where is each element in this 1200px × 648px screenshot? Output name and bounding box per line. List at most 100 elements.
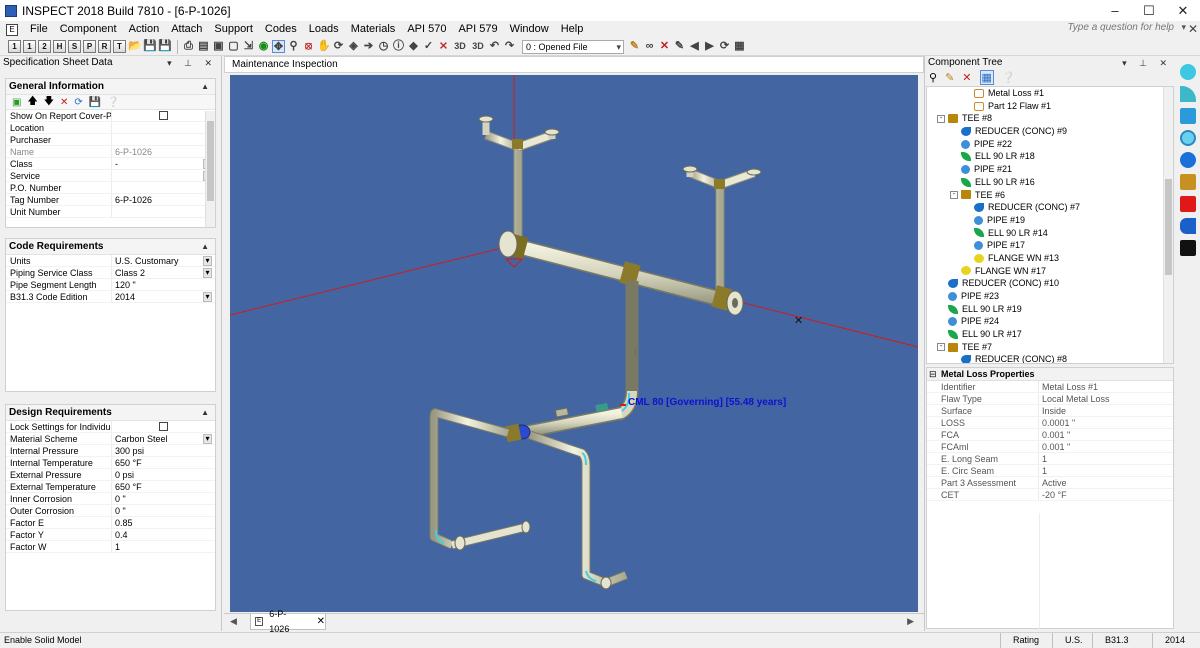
tree-item[interactable]: Part 12 Flaw #1 — [927, 100, 1173, 113]
property-row[interactable]: Inner Corrosion 0 " — [6, 493, 215, 505]
property-value[interactable]: 1 — [1039, 465, 1173, 476]
property-value[interactable]: 2014 — [112, 291, 215, 302]
property-row[interactable]: E. Long Seam 1 — [927, 453, 1173, 465]
tb-2-icon[interactable]: 1 — [23, 40, 36, 53]
property-row[interactable]: Piping Service Class Class 2 — [6, 267, 215, 279]
property-value[interactable]: 0 " — [112, 505, 215, 516]
property-row[interactable]: FCA 0.001 " — [927, 429, 1173, 441]
property-row[interactable]: Location — [6, 122, 215, 134]
search-icon[interactable]: ⚲ — [929, 71, 937, 84]
property-value[interactable]: 6-P-1026 — [112, 146, 215, 157]
page-icon[interactable]: ▢ — [227, 40, 240, 53]
menu-support[interactable]: Support — [208, 21, 259, 38]
bend-icon[interactable] — [1180, 108, 1196, 124]
pipe-segment[interactable]: ⁞ — [615, 281, 639, 421]
property-row[interactable]: LOSS 0.0001 " — [927, 417, 1173, 429]
pencil-icon[interactable]: ✎ — [628, 40, 641, 53]
tb-s-icon[interactable]: S — [68, 40, 81, 53]
property-row[interactable]: Flaw Type Local Metal Loss — [927, 393, 1173, 405]
property-value[interactable]: 0.0001 " — [1039, 417, 1173, 428]
tree-item[interactable]: REDUCER (CONC) #9 — [927, 125, 1173, 138]
save-icon[interactable]: 💾 — [143, 40, 157, 53]
grid-icon[interactable]: ▦ — [979, 70, 994, 85]
property-value[interactable] — [112, 122, 215, 133]
print-icon[interactable]: ⎙ — [182, 40, 195, 53]
property-value[interactable]: Carbon Steel — [112, 433, 215, 444]
minimize-icon[interactable]: – — [1098, 0, 1132, 21]
property-row[interactable]: Factor W1 — [6, 541, 215, 553]
redo-icon[interactable]: ↷ — [503, 40, 516, 53]
tree-item[interactable]: PIPE #21 — [927, 163, 1173, 176]
property-row[interactable]: External Pressure 0 psi — [6, 469, 215, 481]
tab-scroll-right-icon[interactable]: ▶ — [907, 616, 914, 627]
property-row[interactable]: Part 3 Assessment Active — [927, 477, 1173, 489]
property-row[interactable]: Identifier Metal Loss #1 — [927, 381, 1173, 393]
3d-icon[interactable]: 3D — [452, 40, 468, 53]
tree-item[interactable]: - TEE #7 — [927, 341, 1173, 354]
property-row[interactable]: B31.3 Code Edition 2014 — [6, 291, 215, 303]
property-value[interactable]: 650 °F — [112, 457, 215, 468]
tb-t-icon[interactable]: T — [113, 40, 126, 53]
tee-icon[interactable] — [1180, 174, 1196, 190]
clock-icon[interactable]: ◷ — [377, 40, 390, 53]
collapse-toggle-icon[interactable]: - — [950, 190, 958, 199]
property-value[interactable] — [112, 206, 215, 217]
property-value[interactable] — [112, 110, 215, 121]
tree-item[interactable]: PIPE #17 — [927, 239, 1173, 252]
collapse-icon[interactable]: ▲ — [201, 79, 209, 95]
pipe-segment[interactable] — [528, 430, 628, 590]
axis-icon[interactable]: ➔ — [362, 40, 375, 53]
property-value[interactable] — [112, 182, 215, 193]
close-icon[interactable]: ✕ — [1166, 0, 1200, 21]
tree-item[interactable]: ELL 90 LR #19 — [927, 303, 1173, 316]
property-row[interactable]: Class - — [6, 158, 215, 170]
panel-controls[interactable]: ▾ ⊥ ✕ — [1122, 56, 1172, 70]
property-row[interactable]: FCAml 0.001 " — [927, 441, 1173, 453]
props-title[interactable]: Metal Loss Properties — [927, 368, 1173, 381]
scrollbar-thumb[interactable] — [207, 121, 214, 201]
mdi-close-icon[interactable]: ✕ — [1188, 22, 1198, 36]
menu-api570[interactable]: API 570 — [401, 21, 452, 38]
opened-file-select[interactable]: 0 : Opened File — [522, 39, 624, 54]
property-row[interactable]: CET -20 °F — [927, 489, 1173, 501]
down-arrow-icon[interactable]: 🡇 — [44, 94, 54, 111]
tree-item[interactable]: ELL 90 LR #14 — [927, 227, 1173, 240]
pipe-segment[interactable] — [478, 115, 560, 245]
up-arrow-icon[interactable]: 🡅 — [27, 94, 37, 111]
menu-file[interactable]: File — [24, 21, 54, 38]
tb-h-icon[interactable]: H — [53, 40, 66, 53]
pipe-segment[interactable] — [504, 402, 624, 443]
property-row[interactable]: Purchaser — [6, 134, 215, 146]
cap-icon[interactable] — [1180, 240, 1196, 256]
menu-attach[interactable]: Attach — [165, 21, 208, 38]
refresh-icon[interactable]: ⟳ — [718, 40, 731, 53]
run-icon[interactable]: ◉ — [257, 40, 270, 53]
property-value[interactable]: 1 — [1039, 453, 1173, 464]
section-title[interactable]: General Information ▲ — [6, 79, 215, 95]
help-icon[interactable]: ❔ — [1002, 71, 1016, 84]
tb-p-icon[interactable]: P — [83, 40, 96, 53]
collapse-icon[interactable]: ▲ — [201, 239, 209, 255]
tab-6-p-1026[interactable]: E 6-P-1026 ✕ — [250, 609, 326, 634]
save-icon[interactable]: 💾 — [89, 97, 101, 108]
tree-item[interactable]: REDUCER (CONC) #10 — [927, 277, 1173, 290]
tree-item[interactable]: ELL 90 LR #16 — [927, 176, 1173, 189]
undo-icon[interactable]: ↶ — [488, 40, 501, 53]
scrollbar[interactable] — [205, 111, 215, 227]
stop-icon[interactable]: ⦻ — [302, 40, 315, 53]
link-icon[interactable]: ∞ — [643, 40, 656, 53]
pencil-icon[interactable]: ✎ — [945, 71, 954, 84]
help-dropdown-icon[interactable]: ▾ — [1181, 22, 1186, 33]
property-value[interactable]: Active — [1039, 477, 1173, 488]
property-value[interactable]: 0.4 — [112, 529, 215, 540]
property-row[interactable]: External Temperature 650 °F — [6, 481, 215, 493]
menu-component[interactable]: Component — [54, 21, 123, 38]
collapse-toggle-icon[interactable]: - — [937, 114, 945, 123]
tree-item[interactable]: PIPE #22 — [927, 138, 1173, 151]
property-value[interactable]: -20 °F — [1039, 489, 1173, 500]
checkbox[interactable] — [159, 422, 168, 431]
save-all-icon[interactable]: 💾 — [158, 40, 172, 53]
property-value[interactable]: 650 °F — [112, 481, 215, 492]
tree-item[interactable]: - TEE #6 — [927, 189, 1173, 202]
tb-1-icon[interactable]: 1 — [8, 40, 21, 53]
